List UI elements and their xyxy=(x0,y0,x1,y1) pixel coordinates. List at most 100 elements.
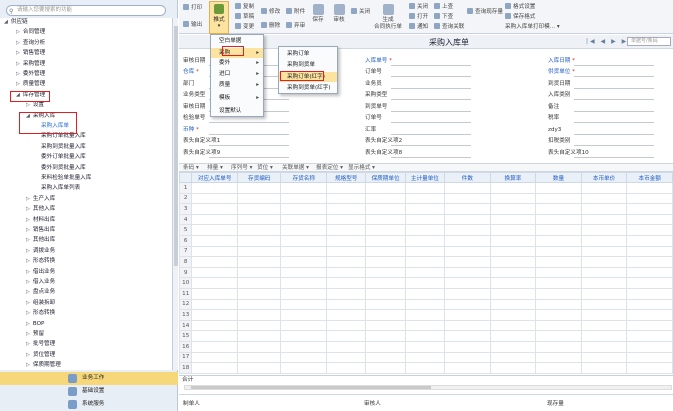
grid-cell[interactable] xyxy=(489,287,537,300)
grid-cell[interactable] xyxy=(626,234,673,247)
grid-cell[interactable] xyxy=(326,330,367,342)
field-input-custom10[interactable] xyxy=(574,157,654,158)
expand-arrow-icon[interactable]: ▷ xyxy=(26,289,30,295)
expand-arrow-icon[interactable]: ▷ xyxy=(26,352,30,358)
abandon-button[interactable]: 弃审 xyxy=(286,21,305,31)
grid-cell[interactable] xyxy=(535,192,582,205)
table-row[interactable]: 14 xyxy=(179,319,673,332)
menu-item-import[interactable]: 进口 ▸ xyxy=(211,69,263,79)
tree-node[interactable]: ▷ 设置 xyxy=(26,101,44,110)
menu-item-set-default[interactable]: 设置默认 xyxy=(211,106,263,116)
field-input-rate[interactable] xyxy=(391,134,471,135)
tree-node[interactable]: ▷ 查询分析 xyxy=(16,39,45,48)
open-button[interactable]: 打开 xyxy=(409,12,428,22)
grid-cell[interactable] xyxy=(326,266,367,279)
attach-button[interactable]: 附件 xyxy=(286,7,305,17)
grid-cell[interactable] xyxy=(535,298,582,311)
draft-button[interactable]: 草稿 xyxy=(235,12,254,22)
tree-node[interactable]: ▷ 借入业务 xyxy=(26,278,55,287)
grid-cell[interactable] xyxy=(444,245,491,258)
menu-item-quality[interactable]: 质量 ▸ xyxy=(211,80,263,90)
expand-arrow-icon[interactable]: ▷ xyxy=(26,102,30,108)
query-stock-button[interactable]: 查询现存量 xyxy=(467,7,503,17)
field-input-supplier[interactable] xyxy=(574,76,654,77)
grid-cell[interactable] xyxy=(404,351,446,364)
tree-node[interactable]: ▷ 委外管理 xyxy=(16,70,45,79)
tree-node[interactable]: ▷ 其他入库 xyxy=(26,205,55,214)
grid-cell[interactable] xyxy=(580,351,628,364)
grid-cell[interactable] xyxy=(236,245,282,258)
grid-cell[interactable] xyxy=(365,203,406,215)
table-row[interactable]: 16 xyxy=(179,340,673,353)
field-input-custom1[interactable] xyxy=(209,145,289,146)
function-search-input[interactable]: ⚲ 请输入您要搜索的功能 xyxy=(6,5,166,16)
save-button[interactable]: 保存 xyxy=(310,4,326,24)
grid-cell[interactable] xyxy=(191,245,238,258)
tree-node[interactable]: ▷ 组装拆卸 xyxy=(26,299,55,308)
grid-cell[interactable] xyxy=(404,309,446,321)
field-input-in-no[interactable] xyxy=(391,65,471,66)
grid-cell[interactable] xyxy=(326,351,367,364)
table-row[interactable]: 10 xyxy=(179,277,673,289)
generate-button[interactable]: 生成 合同执行单 xyxy=(374,4,402,31)
expand-arrow-icon[interactable]: ▷ xyxy=(26,217,30,223)
expand-arrow-icon[interactable]: ▷ xyxy=(26,237,30,243)
close-button[interactable]: 关闭 xyxy=(351,7,370,17)
grid-cell[interactable] xyxy=(280,351,328,364)
tree-node[interactable]: 采购到货批量入库 xyxy=(38,143,86,152)
expand-arrow-icon[interactable]: ▷ xyxy=(26,248,30,254)
grid-cell[interactable] xyxy=(626,213,673,226)
table-row[interactable]: 13 xyxy=(179,309,673,321)
tree-node[interactable]: ▷ 形态转换 xyxy=(26,309,55,318)
grid-cell[interactable] xyxy=(365,245,406,258)
grid-cell[interactable] xyxy=(365,266,406,279)
grid-cell[interactable] xyxy=(191,266,238,279)
grid-cell[interactable] xyxy=(535,287,582,300)
print-template-select[interactable]: 采购入库单打印模... ▾ xyxy=(505,22,560,32)
grid-cell[interactable] xyxy=(489,298,537,311)
tree-node[interactable]: ▷ 材料出库 xyxy=(26,216,55,225)
grid-cell[interactable] xyxy=(404,319,446,332)
grid-cell[interactable] xyxy=(489,309,537,321)
grid-cell[interactable] xyxy=(489,224,537,236)
grid-cell[interactable] xyxy=(404,256,446,268)
notify-button[interactable]: 通知 xyxy=(409,22,428,32)
nav-system-service[interactable]: 系统服务 xyxy=(0,398,178,411)
field-input-custom2[interactable] xyxy=(391,145,471,146)
submenu-item-arrival-red[interactable]: 采购到货单(红字) xyxy=(279,83,337,93)
grid-cell[interactable] xyxy=(280,287,328,300)
tree-node[interactable]: ◢ 供应链 xyxy=(4,18,28,27)
expand-arrow-icon[interactable]: ▷ xyxy=(26,310,30,316)
grid-cell[interactable] xyxy=(236,309,282,321)
grid-cell[interactable] xyxy=(236,266,282,279)
grid-cell[interactable] xyxy=(326,340,367,353)
field-input-arrival-no[interactable] xyxy=(391,111,471,112)
expand-arrow-icon[interactable]: ▷ xyxy=(16,40,20,46)
grid-cell[interactable] xyxy=(444,330,491,342)
expand-arrow-icon[interactable]: ▷ xyxy=(26,362,30,368)
grid-cell[interactable] xyxy=(626,298,673,311)
grid-cell[interactable] xyxy=(365,298,406,311)
tree-node[interactable]: ▷ 质量管理 xyxy=(16,80,45,89)
grid-cell[interactable] xyxy=(535,277,582,289)
grid-cell[interactable] xyxy=(626,319,673,332)
grid-cell[interactable] xyxy=(404,277,446,289)
field-input-custom8[interactable] xyxy=(391,157,471,158)
grid-cell[interactable] xyxy=(236,298,282,311)
grid-cell[interactable] xyxy=(626,245,673,258)
field-input-operator[interactable] xyxy=(391,88,471,89)
grid-cell[interactable] xyxy=(280,298,328,311)
grid-cell[interactable] xyxy=(326,203,367,215)
grid-cell[interactable] xyxy=(404,213,446,226)
grid-cell[interactable] xyxy=(365,256,406,268)
grid-cell[interactable] xyxy=(236,192,282,205)
grid-cell[interactable] xyxy=(365,234,406,247)
grid-cell[interactable] xyxy=(280,213,328,226)
grid-cell[interactable] xyxy=(236,182,282,194)
grid-cell[interactable] xyxy=(236,319,282,332)
grid-cell[interactable] xyxy=(580,309,628,321)
tree-node[interactable]: ▷ 形态转换 xyxy=(26,257,55,266)
grid-cell[interactable] xyxy=(326,182,367,194)
table-row[interactable]: 7 xyxy=(179,245,673,258)
grid-cell[interactable] xyxy=(404,287,446,300)
